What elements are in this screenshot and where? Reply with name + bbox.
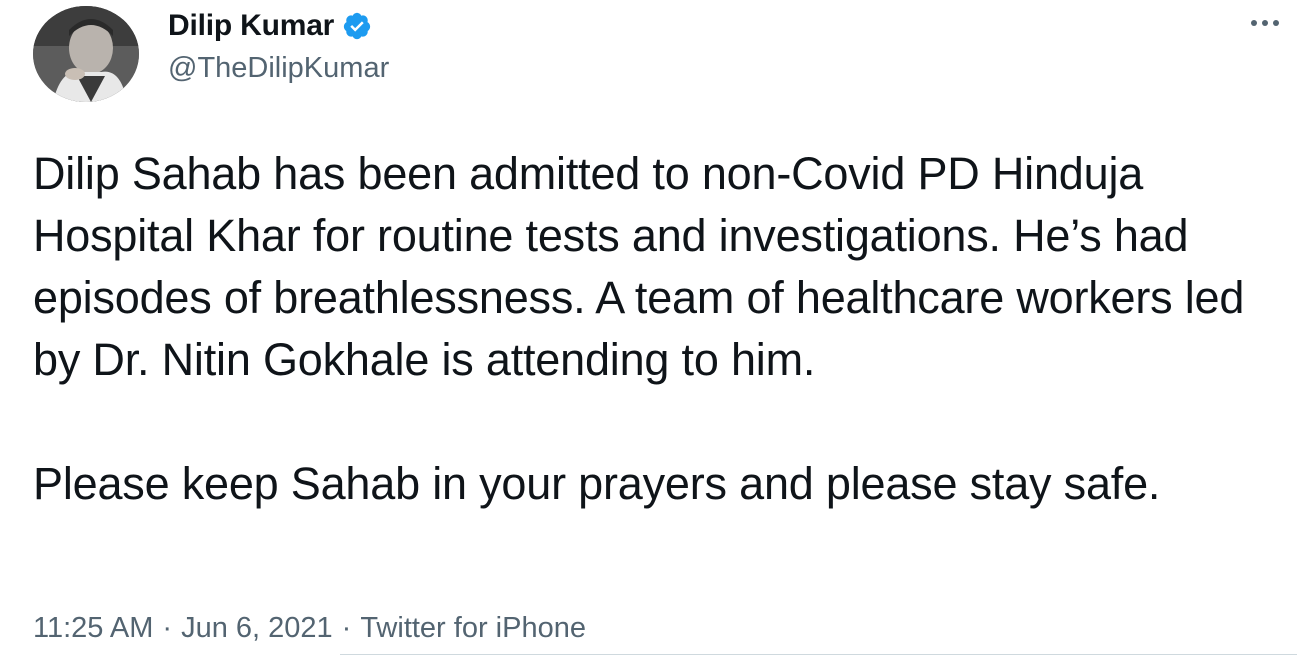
tweet-paragraph: Dilip Sahab has been admitted to non-Cov… xyxy=(33,148,1245,385)
more-horizontal-icon-dot xyxy=(1251,20,1257,26)
more-options-button[interactable] xyxy=(1245,8,1285,38)
more-horizontal-icon-dot xyxy=(1273,20,1279,26)
verified-badge-icon xyxy=(342,11,372,41)
avatar-photo xyxy=(33,6,139,102)
meta-separator: · xyxy=(341,612,352,644)
tweet-source[interactable]: Twitter for iPhone xyxy=(360,612,586,645)
tweet-time[interactable]: 11:25 AM xyxy=(33,612,153,645)
author-display-name[interactable]: Dilip Kumar xyxy=(168,9,334,43)
author-handle[interactable]: @TheDilipKumar xyxy=(168,52,389,85)
tweet-paragraph: Please keep Sahab in your prayers and pl… xyxy=(33,458,1161,509)
tweet-meta: 11:25 AM · Jun 6, 2021 · Twitter for iPh… xyxy=(33,612,586,645)
tweet-text: Dilip Sahab has been admitted to non-Cov… xyxy=(33,143,1283,515)
more-horizontal-icon-dot xyxy=(1262,20,1268,26)
tweet-date[interactable]: Jun 6, 2021 xyxy=(181,612,333,645)
author-avatar[interactable] xyxy=(33,6,139,102)
author-name-row: Dilip Kumar xyxy=(168,8,372,44)
tweet-card: Dilip Kumar @TheDilipKumar Dilip Sahab h… xyxy=(0,0,1297,655)
meta-separator: · xyxy=(162,612,173,644)
